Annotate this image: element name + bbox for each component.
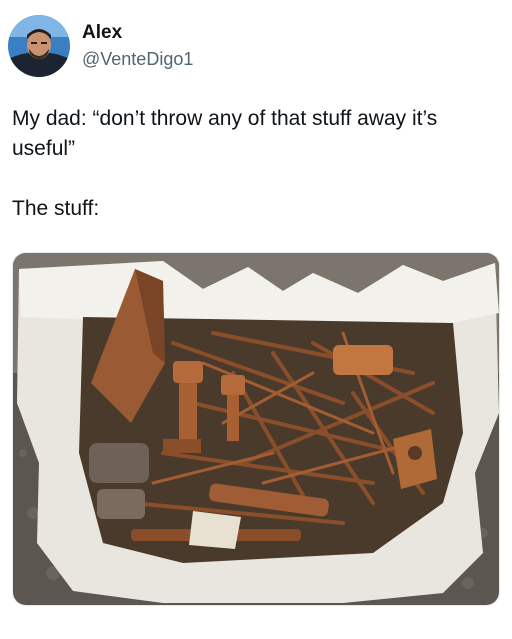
tweet-paragraph: My dad: “don’t throw any of that stuff a… — [12, 107, 438, 160]
avatar-image — [8, 15, 70, 77]
tweet: Alex @VenteDigo1 My dad: “don’t throw an… — [0, 0, 512, 639]
author-names: Alex @VenteDigo1 — [82, 21, 193, 71]
tweet-photo[interactable] — [12, 252, 500, 606]
tweet-header: Alex @VenteDigo1 — [8, 14, 193, 78]
author-handle[interactable]: @VenteDigo1 — [82, 47, 193, 71]
photo-icon — [13, 253, 499, 605]
avatar[interactable] — [8, 15, 70, 77]
tweet-text: My dad: “don’t throw any of that stuff a… — [12, 104, 502, 224]
author-display-name[interactable]: Alex — [82, 21, 193, 45]
tweet-paragraph: The stuff: — [12, 197, 100, 220]
